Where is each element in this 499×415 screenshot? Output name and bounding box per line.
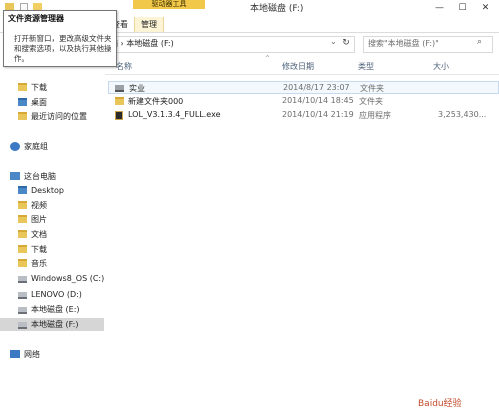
exe-icon: [115, 111, 123, 120]
refresh-icon[interactable]: ↻: [340, 37, 352, 50]
sidebar-item-label: Windows8_OS (C:): [31, 274, 105, 283]
file-date: 2014/10/14 21:19: [282, 110, 354, 119]
sidebar-item-downloads[interactable]: 下载: [0, 81, 104, 94]
computer-icon: [10, 172, 20, 180]
column-name[interactable]: 名称: [116, 61, 132, 72]
column-type[interactable]: 类型: [358, 61, 374, 72]
column-date[interactable]: 修改日期: [282, 61, 314, 72]
sidebar-item-desktop[interactable]: 桌面: [0, 96, 104, 109]
folder-icon: [115, 97, 124, 105]
sidebar-item-pc-downloads[interactable]: 下载: [0, 243, 104, 256]
table-row[interactable]: 实业 2014/8/17 23:07 文件夹: [108, 81, 499, 94]
file-type: 文件夹: [359, 97, 383, 106]
desktop-icon: [18, 186, 27, 194]
sidebar-item-thispc[interactable]: 这台电脑: [0, 170, 104, 183]
search-placeholder: 搜索"本地磁盘 (F:)": [368, 39, 439, 48]
sidebar-item-label: Desktop: [31, 186, 64, 195]
sidebar-item-label: 音乐: [31, 259, 47, 268]
maximize-button[interactable]: ☐: [451, 0, 474, 17]
file-name: 新建文件夹000: [128, 97, 184, 106]
music-icon: [18, 259, 27, 267]
sidebar-item-music[interactable]: 音乐: [0, 257, 104, 270]
sidebar-item-videos[interactable]: 视频: [0, 199, 104, 212]
table-row[interactable]: 新建文件夹000 2014/10/14 18:45 文件夹: [108, 95, 499, 107]
file-type: 应用程序: [359, 111, 391, 120]
sidebar-item-label: 本地磁盘 (E:): [31, 305, 80, 314]
file-type: 文件夹: [360, 84, 384, 93]
drive-icon: [18, 322, 27, 329]
sidebar-item-label: 文档: [31, 230, 47, 239]
recent-places-icon: [18, 112, 27, 120]
tooltip-title: 文件资源管理器: [8, 14, 64, 23]
sidebar-item-label: 网络: [24, 350, 40, 359]
documents-icon: [18, 230, 27, 238]
drive-icon: [18, 276, 27, 283]
sidebar-item-label: 桌面: [31, 98, 47, 107]
sidebar-item-drive-e[interactable]: 本地磁盘 (E:): [0, 303, 104, 316]
file-name: LOL_V3.1.3.4_FULL.exe: [128, 110, 221, 119]
desktop-icon: [18, 98, 27, 106]
sidebar-item-label: 最近访问的位置: [31, 112, 87, 121]
sidebar-item-label: 家庭组: [24, 142, 48, 151]
table-row[interactable]: LOL_V3.1.3.4_FULL.exe 2014/10/14 21:19 应…: [108, 109, 499, 121]
sidebar-item-drive-f[interactable]: 本地磁盘 (F:): [0, 318, 104, 331]
sidebar-item-label: 下载: [31, 245, 47, 254]
sidebar-item-label: 视频: [31, 201, 47, 210]
address-path[interactable]: 脑 › 本地磁盘 (F:): [110, 38, 174, 49]
sidebar-item-pc-desktop[interactable]: Desktop: [0, 184, 104, 197]
file-date: 2014/8/17 23:07: [283, 83, 350, 92]
sort-caret-icon: ^: [265, 55, 271, 62]
minimize-button[interactable]: —: [428, 0, 451, 17]
sidebar-item-label: 本地磁盘 (F:): [31, 320, 79, 329]
tab-manage[interactable]: 管理: [134, 17, 164, 32]
file-size: 3,253,430...: [438, 110, 487, 119]
sidebar-item-label: 图片: [31, 215, 47, 224]
watermark: Baidu经验: [418, 399, 462, 409]
folder-icon: [18, 83, 27, 91]
sidebar-item-homegroup[interactable]: 家庭组: [0, 140, 104, 153]
network-icon: [10, 350, 20, 358]
column-size[interactable]: 大小: [433, 61, 449, 72]
sidebar-item-drive-c[interactable]: Windows8_OS (C:): [0, 272, 104, 285]
context-tab-label: 驱动器工具: [151, 0, 187, 8]
file-date: 2014/10/14 18:45: [282, 96, 354, 105]
tooltip-body: 打开新窗口，更改高级文件夹和搜索选项，以及执行其他操作。: [14, 34, 112, 63]
file-name: 实业: [129, 84, 145, 93]
sidebar-item-label: 这台电脑: [24, 172, 56, 181]
search-icon[interactable]: ⌕: [477, 37, 482, 47]
downloads-icon: [18, 245, 27, 253]
close-button[interactable]: ✕: [474, 0, 497, 17]
homegroup-icon: [10, 142, 20, 151]
drive-folder-icon: [115, 85, 124, 92]
sidebar-item-pictures[interactable]: 图片: [0, 213, 104, 226]
sidebar-item-recent[interactable]: 最近访问的位置: [0, 110, 104, 123]
sidebar-item-network[interactable]: 网络: [0, 348, 104, 361]
drive-icon: [18, 292, 27, 299]
pictures-icon: [18, 215, 27, 223]
sidebar-item-label: 下载: [31, 83, 47, 92]
sidebar-item-drive-d[interactable]: LENOVO (D:): [0, 288, 104, 301]
sidebar-item-documents[interactable]: 文档: [0, 228, 104, 241]
chevron-down-icon[interactable]: ⌄: [330, 37, 337, 46]
drive-icon: [18, 307, 27, 314]
window-title: 本地磁盘 (F:): [250, 4, 304, 14]
videos-icon: [18, 201, 27, 209]
sidebar-item-label: LENOVO (D:): [31, 290, 82, 299]
